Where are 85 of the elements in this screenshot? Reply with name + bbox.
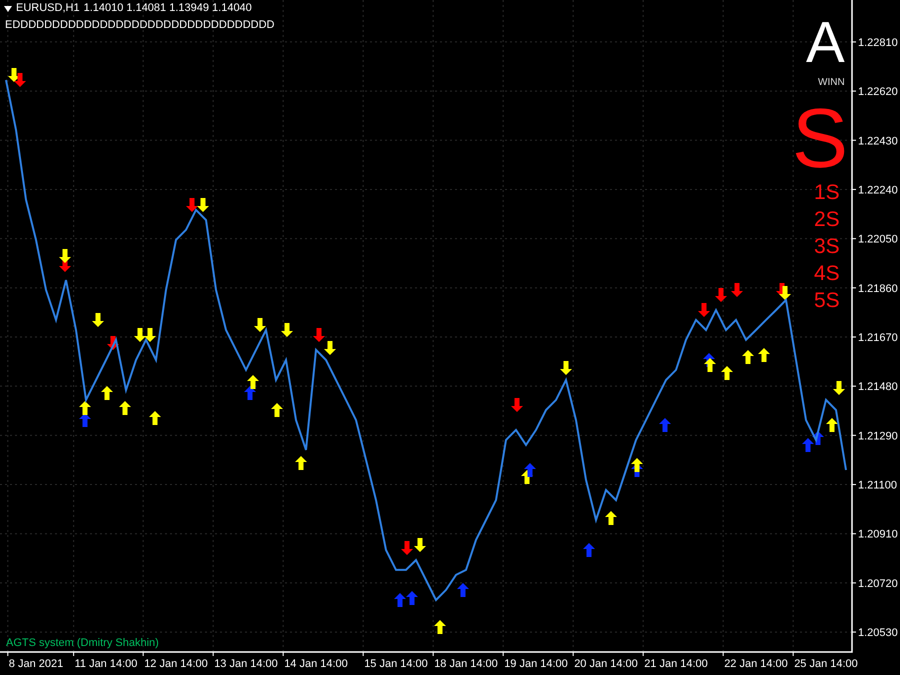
- signal-level: 2S: [814, 209, 840, 230]
- price-label: 1.21100: [858, 480, 897, 492]
- down-arrow-marker: [186, 198, 198, 212]
- signal-level: 1S: [814, 182, 840, 203]
- up-arrow-marker: [394, 593, 406, 607]
- up-arrow-marker: [721, 366, 733, 380]
- down-arrow-marker: [59, 249, 71, 263]
- down-arrow-marker: [313, 328, 325, 342]
- price-label: 1.22810: [858, 36, 898, 49]
- up-arrow-marker: [149, 411, 161, 425]
- up-arrow-marker: [583, 543, 595, 557]
- dropdown-triangle-icon[interactable]: [4, 6, 12, 12]
- signal-level: 4S: [814, 263, 840, 284]
- up-arrow-marker: [812, 431, 824, 445]
- down-arrow-marker: [197, 198, 209, 212]
- up-arrow-marker: [119, 401, 131, 415]
- price-label: 1.20910: [858, 528, 898, 541]
- price-label: 1.22620: [858, 86, 898, 98]
- down-arrow-marker: [14, 73, 26, 87]
- price-label: 1.20530: [858, 627, 898, 640]
- signal-level: 5S: [814, 290, 840, 311]
- panel-letter: A: [806, 14, 845, 72]
- up-arrow-marker: [742, 350, 754, 364]
- indicator-comment: EDDDDDDDDDDDDDDDDDDDDDDDDDDDDDDDDD: [5, 20, 274, 31]
- time-label: 12 Jan 14:00: [144, 658, 208, 670]
- time-label: 8 Jan 2021: [8, 658, 64, 670]
- down-arrow-marker: [731, 283, 743, 297]
- up-arrow-marker: [79, 413, 91, 427]
- up-arrow-marker: [295, 456, 307, 470]
- up-arrow-marker: [406, 591, 418, 605]
- up-arrow-marker: [704, 358, 716, 372]
- time-label: 25 Jan 14:00: [794, 658, 858, 670]
- price-label: 1.21480: [858, 381, 898, 394]
- signal-level: 3S: [814, 236, 840, 257]
- down-arrow-marker: [511, 398, 523, 412]
- down-arrow-marker: [560, 361, 572, 375]
- up-arrow-marker: [271, 403, 283, 417]
- system-label: AGTS system (Dmitry Shakhin): [6, 638, 159, 649]
- down-arrow-marker: [324, 341, 336, 355]
- time-label: 13 Jan 14:00: [214, 658, 278, 670]
- price-label: 1.22430: [858, 135, 898, 148]
- time-label: 15 Jan 14:00: [364, 658, 428, 670]
- down-arrow-marker: [401, 541, 413, 555]
- down-arrow-marker: [833, 381, 845, 395]
- time-label: 21 Jan 14:00: [644, 658, 708, 670]
- up-arrow-marker: [631, 458, 643, 472]
- up-arrow-marker: [659, 418, 671, 432]
- down-arrow-marker: [779, 286, 791, 300]
- down-arrow-marker: [144, 328, 156, 342]
- time-label: 14 Jan 14:00: [284, 658, 348, 670]
- down-arrow-marker: [254, 318, 266, 332]
- up-arrow-marker: [826, 418, 838, 432]
- up-arrow-marker: [244, 386, 256, 400]
- time-label: 22 Jan 14:00: [724, 658, 788, 670]
- up-arrow-marker: [524, 463, 536, 477]
- down-arrow-marker: [281, 323, 293, 337]
- up-arrow-marker: [758, 348, 770, 362]
- price-quotes: 1.14010 1.14081 1.13949 1.14040: [84, 3, 252, 14]
- signal-letter: S: [792, 96, 848, 180]
- time-label: 18 Jan 14:00: [434, 658, 498, 670]
- down-arrow-marker: [107, 336, 119, 350]
- down-arrow-marker: [8, 68, 20, 82]
- price-label: 1.21670: [858, 332, 898, 344]
- time-label: 11 Jan 14:00: [74, 658, 138, 670]
- up-arrow-marker: [101, 386, 113, 400]
- up-arrow-marker: [79, 401, 91, 415]
- price-label: 1.21290: [858, 430, 898, 442]
- price-label: 1.22240: [858, 184, 898, 196]
- time-label: 20 Jan 14:00: [574, 658, 638, 670]
- price-label: 1.21860: [858, 282, 898, 295]
- up-arrow-marker: [605, 511, 617, 525]
- down-arrow-marker: [698, 303, 710, 317]
- up-arrow-marker: [247, 375, 259, 389]
- panel-caption: WINN: [818, 78, 845, 88]
- down-arrow-marker: [414, 538, 426, 552]
- up-arrow-marker: [434, 620, 446, 634]
- chart-symbol: EURUSD,H1: [16, 3, 80, 14]
- down-arrow-marker: [92, 313, 104, 327]
- price-label: 1.22050: [858, 234, 898, 246]
- time-label: 19 Jan 14:00: [504, 658, 568, 670]
- down-arrow-marker: [715, 288, 727, 302]
- up-arrow-marker: [802, 438, 814, 452]
- down-arrow-marker: [134, 328, 146, 342]
- up-arrow-marker: [457, 583, 469, 597]
- price-label: 1.20720: [858, 578, 898, 590]
